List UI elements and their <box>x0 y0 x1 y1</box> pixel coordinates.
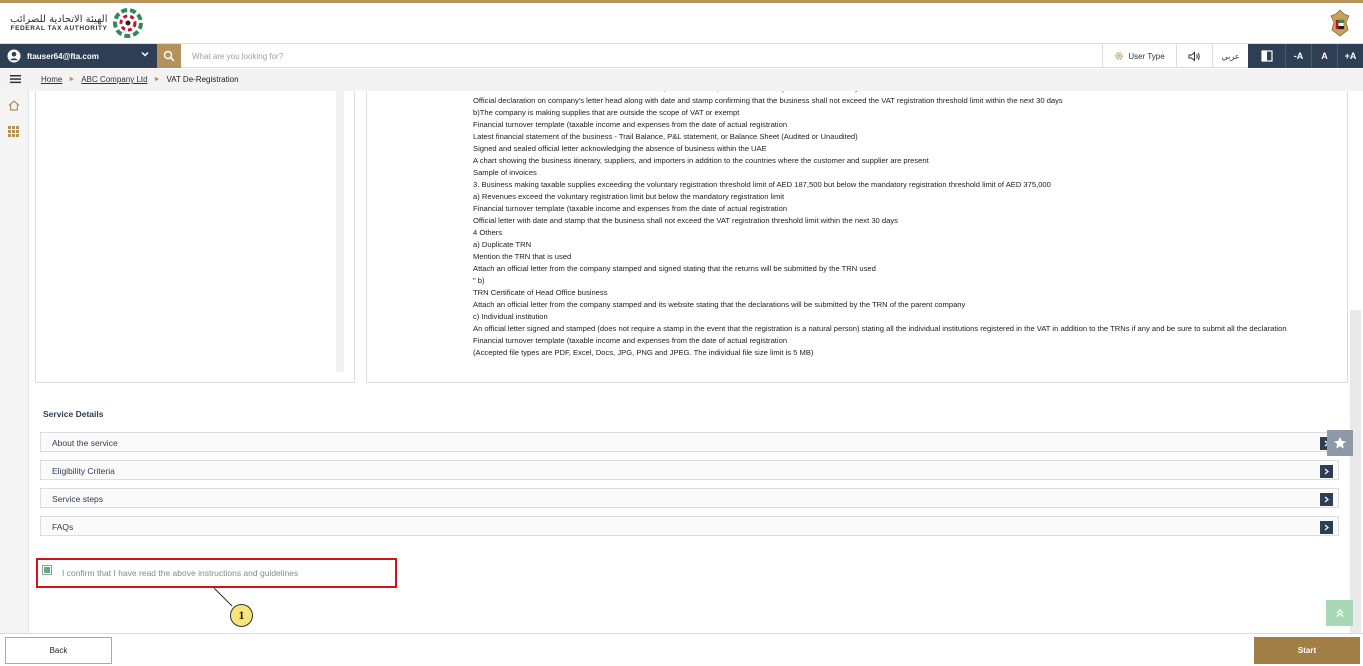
requirement-line: Latest financial statement of the busine… <box>473 132 858 141</box>
requirement-line: b)The company is making supplies that ar… <box>473 108 740 117</box>
breadcrumb-separator-icon: ► <box>153 76 161 83</box>
fta-emblem-icon <box>113 8 144 38</box>
main-content: Latest financial statement of the busine… <box>29 91 1363 633</box>
breadcrumb-home-link[interactable]: Home <box>41 75 62 84</box>
requirement-line: A chart showing the business itinerary, … <box>473 156 929 165</box>
top-toolbar: ftauser64@fta.com User Type عربي <box>0 43 1363 68</box>
requirement-line: Mention the TRN that is used <box>473 252 572 261</box>
requirement-line: Financial turnover template (taxable inc… <box>473 335 788 345</box>
document-requirements-panel: Latest financial statement of the busine… <box>366 91 1348 383</box>
uae-emblem-icon <box>1330 9 1350 37</box>
requirement-line: An official letter signed and stamped (d… <box>473 324 1287 333</box>
requirement-line: " b) <box>473 276 485 285</box>
accordion-about-service[interactable]: About the service <box>40 432 1339 452</box>
requirement-line: Official declaration on company's letter… <box>473 96 1063 105</box>
user-avatar-icon <box>7 49 21 63</box>
font-decrease-button[interactable]: -A <box>1285 44 1311 68</box>
document-list-panel <box>35 91 355 383</box>
start-button[interactable]: Start <box>1254 637 1360 664</box>
breadcrumb-current: VAT De-Registration <box>166 75 239 84</box>
requirement-line: 4 Others <box>473 228 503 237</box>
read-aloud-button[interactable] <box>1176 44 1212 68</box>
chevron-right-icon[interactable] <box>1320 465 1333 478</box>
logo-arabic-text: الهيئة الاتحادية للضرائب <box>10 13 108 25</box>
requirement-line: Sample of invoices <box>473 168 537 177</box>
confirm-checkbox[interactable] <box>42 565 52 575</box>
scroll-to-top-button[interactable] <box>1326 600 1353 626</box>
requirement-line: 3. Business making taxable supplies exce… <box>473 180 1051 189</box>
confirm-label[interactable]: I confirm that I have read the above ins… <box>62 568 298 578</box>
language-toggle[interactable]: عربي <box>1212 44 1248 68</box>
speaker-icon <box>1188 50 1200 62</box>
service-details-title: Service Details <box>43 409 104 419</box>
requirement-line: a) Duplicate TRN <box>473 240 532 249</box>
contrast-toggle[interactable] <box>1248 44 1285 68</box>
user-menu[interactable]: ftauser64@fta.com <box>0 44 157 68</box>
breadcrumb-company-link[interactable]: ABC Company Ltd <box>81 75 147 84</box>
fta-logo[interactable]: الهيئة الاتحادية للضرائب FEDERAL TAX AUT… <box>10 6 145 40</box>
requirements-text: Latest financial statement of the busine… <box>473 91 1323 359</box>
breadcrumb: Home ► ABC Company Ltd ► VAT De-Registra… <box>41 75 239 84</box>
accordion-label: About the service <box>52 438 118 448</box>
accordion-label: Service steps <box>52 494 104 504</box>
panel-scrollbar[interactable] <box>336 91 344 372</box>
left-sidebar <box>0 91 29 633</box>
contrast-icon <box>1260 50 1273 62</box>
font-normal-button[interactable]: A <box>1311 44 1337 68</box>
gear-icon <box>1115 52 1124 60</box>
accordion-label: FAQs <box>52 522 74 532</box>
user-type-button[interactable]: User Type <box>1102 44 1176 68</box>
confirm-highlight-box: I confirm that I have read the above ins… <box>36 558 397 588</box>
font-increase-button[interactable]: +A <box>1337 44 1363 68</box>
chevron-down-icon[interactable] <box>140 49 150 59</box>
breadcrumb-bar: Home ► ABC Company Ltd ► VAT De-Registra… <box>0 69 1363 91</box>
action-footer: Back Start <box>0 633 1363 666</box>
breadcrumb-separator-icon: ► <box>68 76 76 83</box>
callout-number-badge: 1 <box>230 604 253 627</box>
logo-english-text: FEDERAL TAX AUTHORITY <box>10 24 108 32</box>
search-button[interactable] <box>157 44 181 68</box>
user-type-label: User Type <box>1128 51 1165 61</box>
apps-grid-icon[interactable] <box>8 126 19 137</box>
site-header: الهيئة الاتحادية للضرائب FEDERAL TAX AUT… <box>0 3 1363 43</box>
requirement-line: Official letter with date and stamp that… <box>473 216 898 225</box>
requirement-line: Attach an official letter from the compa… <box>473 300 966 309</box>
requirement-line: TRN Certificate of Head Office business <box>473 288 608 297</box>
requirement-line: Signed and sealed official letter acknow… <box>473 144 767 153</box>
search-input[interactable] <box>186 46 786 66</box>
home-icon[interactable] <box>8 100 20 111</box>
requirement-line: Attach an official letter from the compa… <box>473 264 876 273</box>
requirement-line: Financial turnover template (taxable inc… <box>473 120 788 129</box>
accordion-label: Eligibility Criteria <box>52 466 115 476</box>
requirement-line: a) Revenues exceed the voluntary registr… <box>473 192 785 201</box>
accordion-service-steps[interactable]: Service steps <box>40 488 1339 508</box>
accordion-eligibility-criteria[interactable]: Eligibility Criteria <box>40 460 1339 480</box>
double-chevron-up-icon <box>1336 609 1343 617</box>
hamburger-menu-icon[interactable] <box>10 74 21 84</box>
chevron-right-icon[interactable] <box>1320 493 1333 506</box>
favorite-button[interactable] <box>1327 430 1353 456</box>
user-email: ftauser64@fta.com <box>27 51 99 61</box>
accordion-faqs[interactable]: FAQs <box>40 516 1339 536</box>
requirement-line: (Accepted file types are PDF, Excel, Doc… <box>473 347 814 357</box>
search-icon <box>163 50 175 62</box>
requirement-line: Financial turnover template (taxable inc… <box>473 204 788 213</box>
page-scrollbar[interactable] <box>1350 310 1361 633</box>
back-button[interactable]: Back <box>5 637 112 664</box>
requirement-line: c) Individual institution <box>473 312 548 321</box>
star-icon <box>1334 437 1346 449</box>
chevron-right-icon[interactable] <box>1320 521 1333 534</box>
